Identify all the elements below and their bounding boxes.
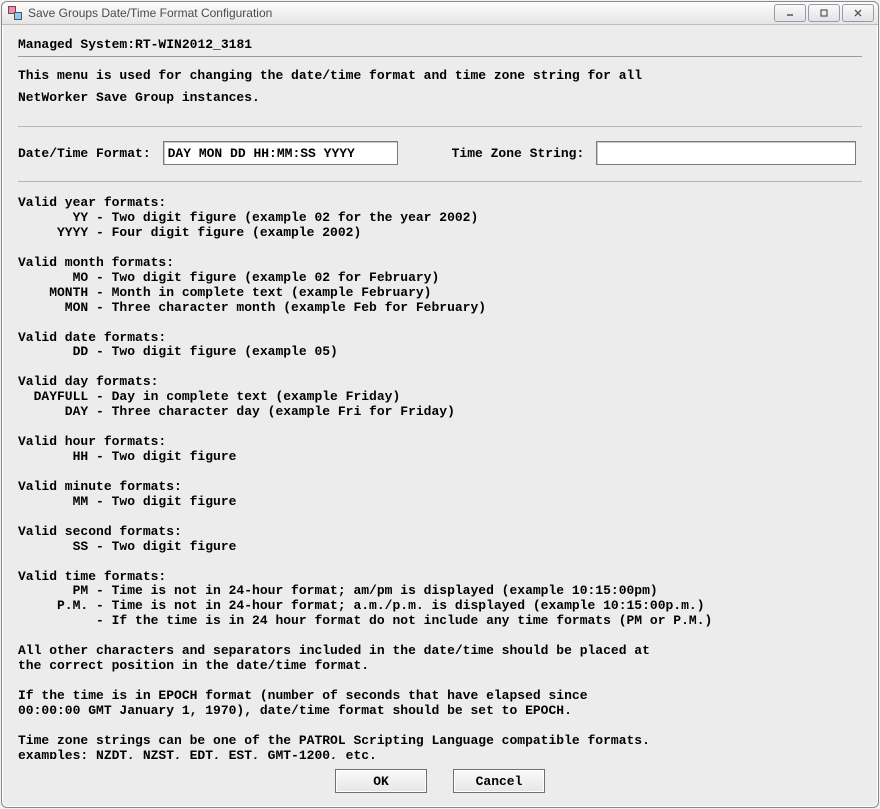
separator-2: [18, 126, 862, 127]
client-area: Managed System:RT-WIN2012_3181 This menu…: [2, 25, 878, 807]
dialog-window: Save Groups Date/Time Format Configurati…: [1, 1, 879, 808]
maximize-icon: [819, 8, 829, 18]
datetime-format-label: Date/Time Format:: [18, 146, 151, 161]
window-title: Save Groups Date/Time Format Configurati…: [28, 6, 272, 20]
ok-button-label: OK: [373, 774, 389, 789]
timezone-string-label: Time Zone String:: [452, 146, 585, 161]
timezone-string-input[interactable]: [596, 141, 856, 165]
separator-3: [18, 181, 862, 182]
maximize-button[interactable]: [808, 4, 840, 22]
datetime-format-input[interactable]: [163, 141, 398, 165]
close-icon: [853, 8, 863, 18]
help-text: Valid year formats: YY - Two digit figur…: [18, 196, 862, 759]
description-line-2: NetWorker Save Group instances.: [18, 89, 862, 107]
minimize-icon: [785, 8, 795, 18]
cancel-button[interactable]: Cancel: [453, 769, 545, 793]
managed-system-label: Managed System:: [18, 37, 135, 52]
managed-system-line: Managed System:RT-WIN2012_3181: [18, 37, 862, 52]
app-icon: [8, 6, 22, 20]
button-bar: OK Cancel: [18, 759, 862, 797]
title-bar: Save Groups Date/Time Format Configurati…: [2, 2, 878, 25]
separator-1: [18, 56, 862, 57]
minimize-button[interactable]: [774, 4, 806, 22]
cancel-button-label: Cancel: [476, 774, 523, 789]
ok-button[interactable]: OK: [335, 769, 427, 793]
description-line-1: This menu is used for changing the date/…: [18, 67, 862, 85]
form-row: Date/Time Format: Time Zone String:: [18, 141, 862, 165]
managed-system-value: RT-WIN2012_3181: [135, 37, 252, 52]
close-button[interactable]: [842, 4, 874, 22]
